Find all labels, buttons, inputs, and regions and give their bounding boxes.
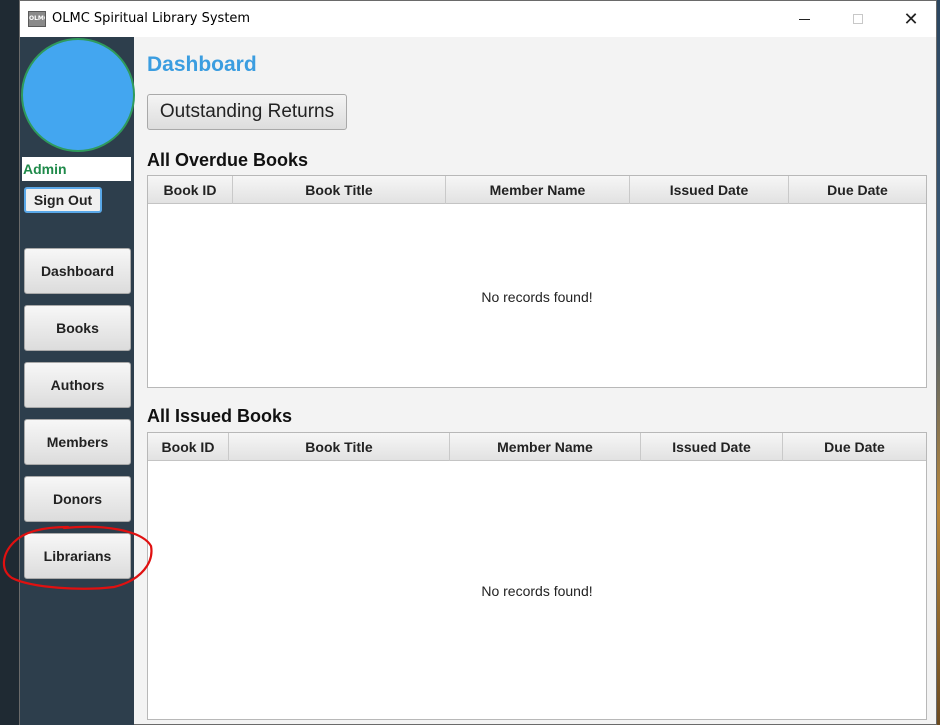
- close-icon: ✕: [903, 8, 919, 30]
- nav-librarians-button[interactable]: Librarians: [24, 533, 131, 579]
- column-header-member-name[interactable]: Member Name: [446, 176, 630, 204]
- outstanding-returns-button[interactable]: Outstanding Returns: [147, 94, 347, 130]
- nav-donors-button[interactable]: Donors: [24, 476, 131, 522]
- minimize-icon: [798, 18, 810, 20]
- column-header-due-date[interactable]: Due Date: [789, 176, 926, 204]
- column-header-issued-date[interactable]: Issued Date: [630, 176, 789, 204]
- column-header-due-date[interactable]: Due Date: [783, 433, 926, 461]
- column-header-book-id[interactable]: Book ID: [148, 433, 229, 461]
- maximize-icon: [853, 14, 863, 24]
- app-window: OLMC OLMC Spiritual Library System ✕ Adm…: [19, 0, 937, 725]
- table-header: Book ID Book Title Member Name Issued Da…: [148, 433, 926, 461]
- column-header-member-name[interactable]: Member Name: [450, 433, 641, 461]
- overdue-books-table[interactable]: Book ID Book Title Member Name Issued Da…: [147, 175, 927, 388]
- nav-books-button[interactable]: Books: [24, 305, 131, 351]
- maximize-button[interactable]: [833, 1, 883, 37]
- issued-books-table[interactable]: Book ID Book Title Member Name Issued Da…: [147, 432, 927, 720]
- app-icon: OLMC: [28, 11, 46, 27]
- minimize-button[interactable]: [779, 1, 829, 37]
- overdue-books-heading: All Overdue Books: [147, 150, 309, 170]
- issued-books-heading: All Issued Books: [147, 406, 293, 426]
- sign-out-button[interactable]: Sign Out: [24, 187, 102, 213]
- close-button[interactable]: ✕: [886, 1, 936, 37]
- window-title: OLMC Spiritual Library System: [52, 11, 251, 26]
- avatar: [21, 38, 135, 152]
- nav-members-button[interactable]: Members: [24, 419, 131, 465]
- page-title: Dashboard: [147, 53, 257, 76]
- column-header-book-title[interactable]: Book Title: [233, 176, 446, 204]
- sidebar: Admin Sign Out Dashboard Books Authors M…: [20, 37, 135, 725]
- empty-placeholder: No records found!: [481, 289, 593, 305]
- nav-dashboard-button[interactable]: Dashboard: [24, 248, 131, 294]
- nav-authors-button[interactable]: Authors: [24, 362, 131, 408]
- column-header-book-id[interactable]: Book ID: [148, 176, 233, 204]
- empty-placeholder: No records found!: [481, 583, 593, 599]
- table-header: Book ID Book Title Member Name Issued Da…: [148, 176, 926, 204]
- column-header-book-title[interactable]: Book Title: [229, 433, 450, 461]
- column-header-issued-date[interactable]: Issued Date: [641, 433, 783, 461]
- current-user-label: Admin: [22, 157, 131, 181]
- title-bar: OLMC OLMC Spiritual Library System ✕: [20, 1, 936, 37]
